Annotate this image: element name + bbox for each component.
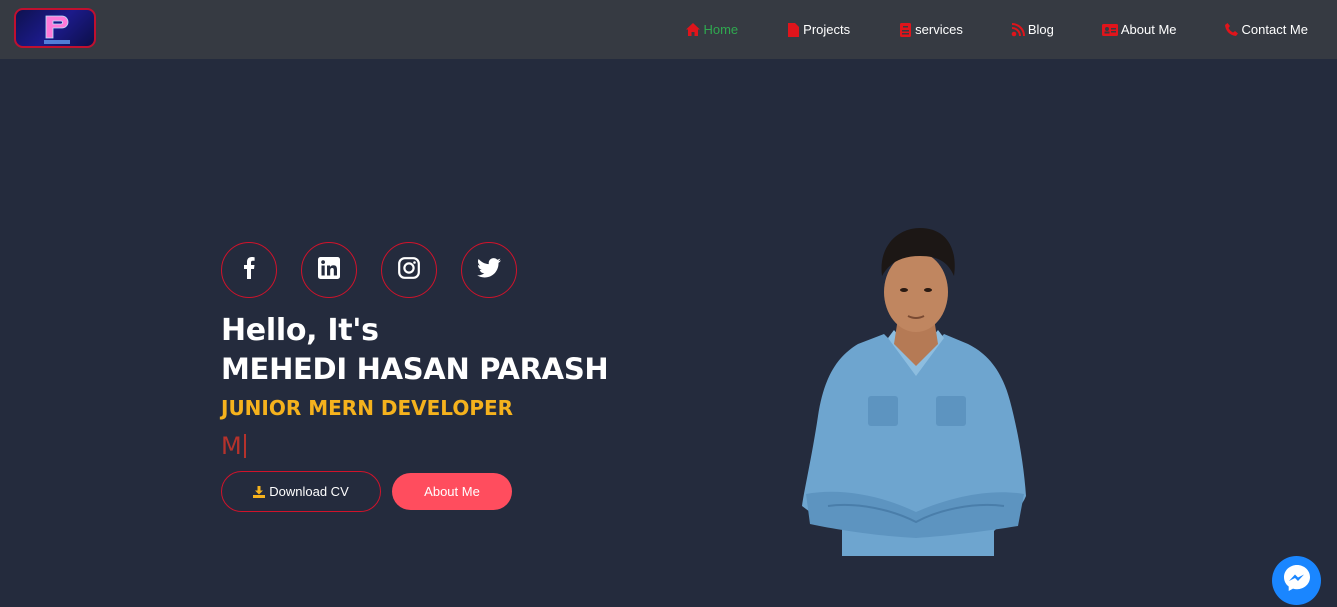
about-me-button[interactable]: About Me: [392, 473, 512, 510]
hero-name: MEHEDI HASAN PARASH: [221, 352, 609, 386]
messenger-chat-button[interactable]: [1272, 556, 1321, 605]
instagram-link[interactable]: [381, 242, 437, 298]
facebook-icon: [243, 256, 255, 284]
navbar: Home Projects services Blog About Me Con…: [0, 0, 1337, 59]
hero-greeting: Hello, It's: [221, 313, 379, 348]
nav-home[interactable]: Home: [686, 22, 738, 37]
id-card-icon: [1101, 23, 1118, 37]
nav-services[interactable]: services: [898, 22, 963, 37]
nav-home-label: Home: [703, 22, 739, 37]
home-icon: [686, 23, 701, 37]
typed-text: M: [221, 432, 246, 460]
nav-contact-me-label: Contact Me: [1241, 22, 1308, 37]
linkedin-icon: [318, 256, 340, 284]
nav-blog-label: Blog: [1027, 22, 1054, 37]
nav-contact-me[interactable]: Contact Me: [1225, 22, 1308, 37]
file-icon: [786, 22, 800, 37]
phone-icon: [1225, 23, 1239, 37]
nav-projects[interactable]: Projects: [786, 22, 850, 37]
twitter-icon: [477, 257, 501, 283]
instagram-icon: [398, 256, 420, 284]
typing-cursor: [243, 434, 246, 458]
facebook-link[interactable]: [221, 242, 277, 298]
twitter-link[interactable]: [461, 242, 517, 298]
nav-projects-label: Projects: [803, 22, 851, 37]
about-me-label: About Me: [424, 484, 480, 499]
download-cv-button[interactable]: Download CV: [221, 471, 381, 512]
download-icon: [253, 485, 266, 498]
nav-services-label: services: [915, 22, 963, 37]
hero-role: JUNIOR MERN DEVELOPER: [221, 396, 514, 420]
site-logo[interactable]: [14, 8, 96, 48]
download-cv-label: Download CV: [269, 484, 349, 499]
linkedin-link[interactable]: [301, 242, 357, 298]
nav-about-me-label: About Me: [1120, 22, 1177, 37]
nav-blog[interactable]: Blog: [1011, 22, 1054, 37]
blog-icon: [1011, 22, 1025, 37]
profile-photo: [798, 226, 1030, 558]
main-nav: Home Projects services Blog About Me Con…: [686, 22, 1308, 37]
nav-about-me[interactable]: About Me: [1101, 22, 1177, 37]
id-badge-icon: [898, 22, 912, 37]
typed-text-value: M: [221, 432, 242, 460]
social-links: [221, 242, 541, 298]
messenger-icon: [1282, 563, 1312, 598]
